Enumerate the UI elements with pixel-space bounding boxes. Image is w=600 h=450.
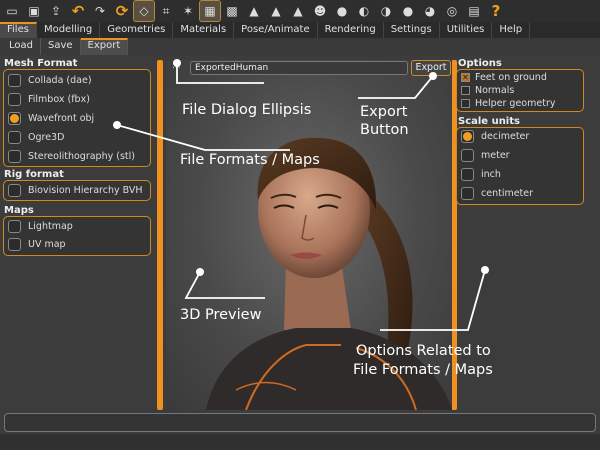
bottom-strip: [0, 434, 600, 450]
annotation-3d-preview: 3D Preview: [180, 307, 262, 323]
annotation-options-line1: Options Related to: [356, 343, 491, 359]
annotation-export-button-line2: Button: [360, 122, 409, 138]
annotation-overlay: [113, 59, 489, 331]
status-bar: [4, 413, 596, 432]
annotation-export-button-line1: Export: [360, 104, 408, 120]
annotation-file-dialog: File Dialog Ellipsis: [182, 102, 312, 118]
annotation-file-formats: File Formats / Maps: [180, 152, 320, 168]
annotation-options-line2: File Formats / Maps: [353, 362, 493, 378]
